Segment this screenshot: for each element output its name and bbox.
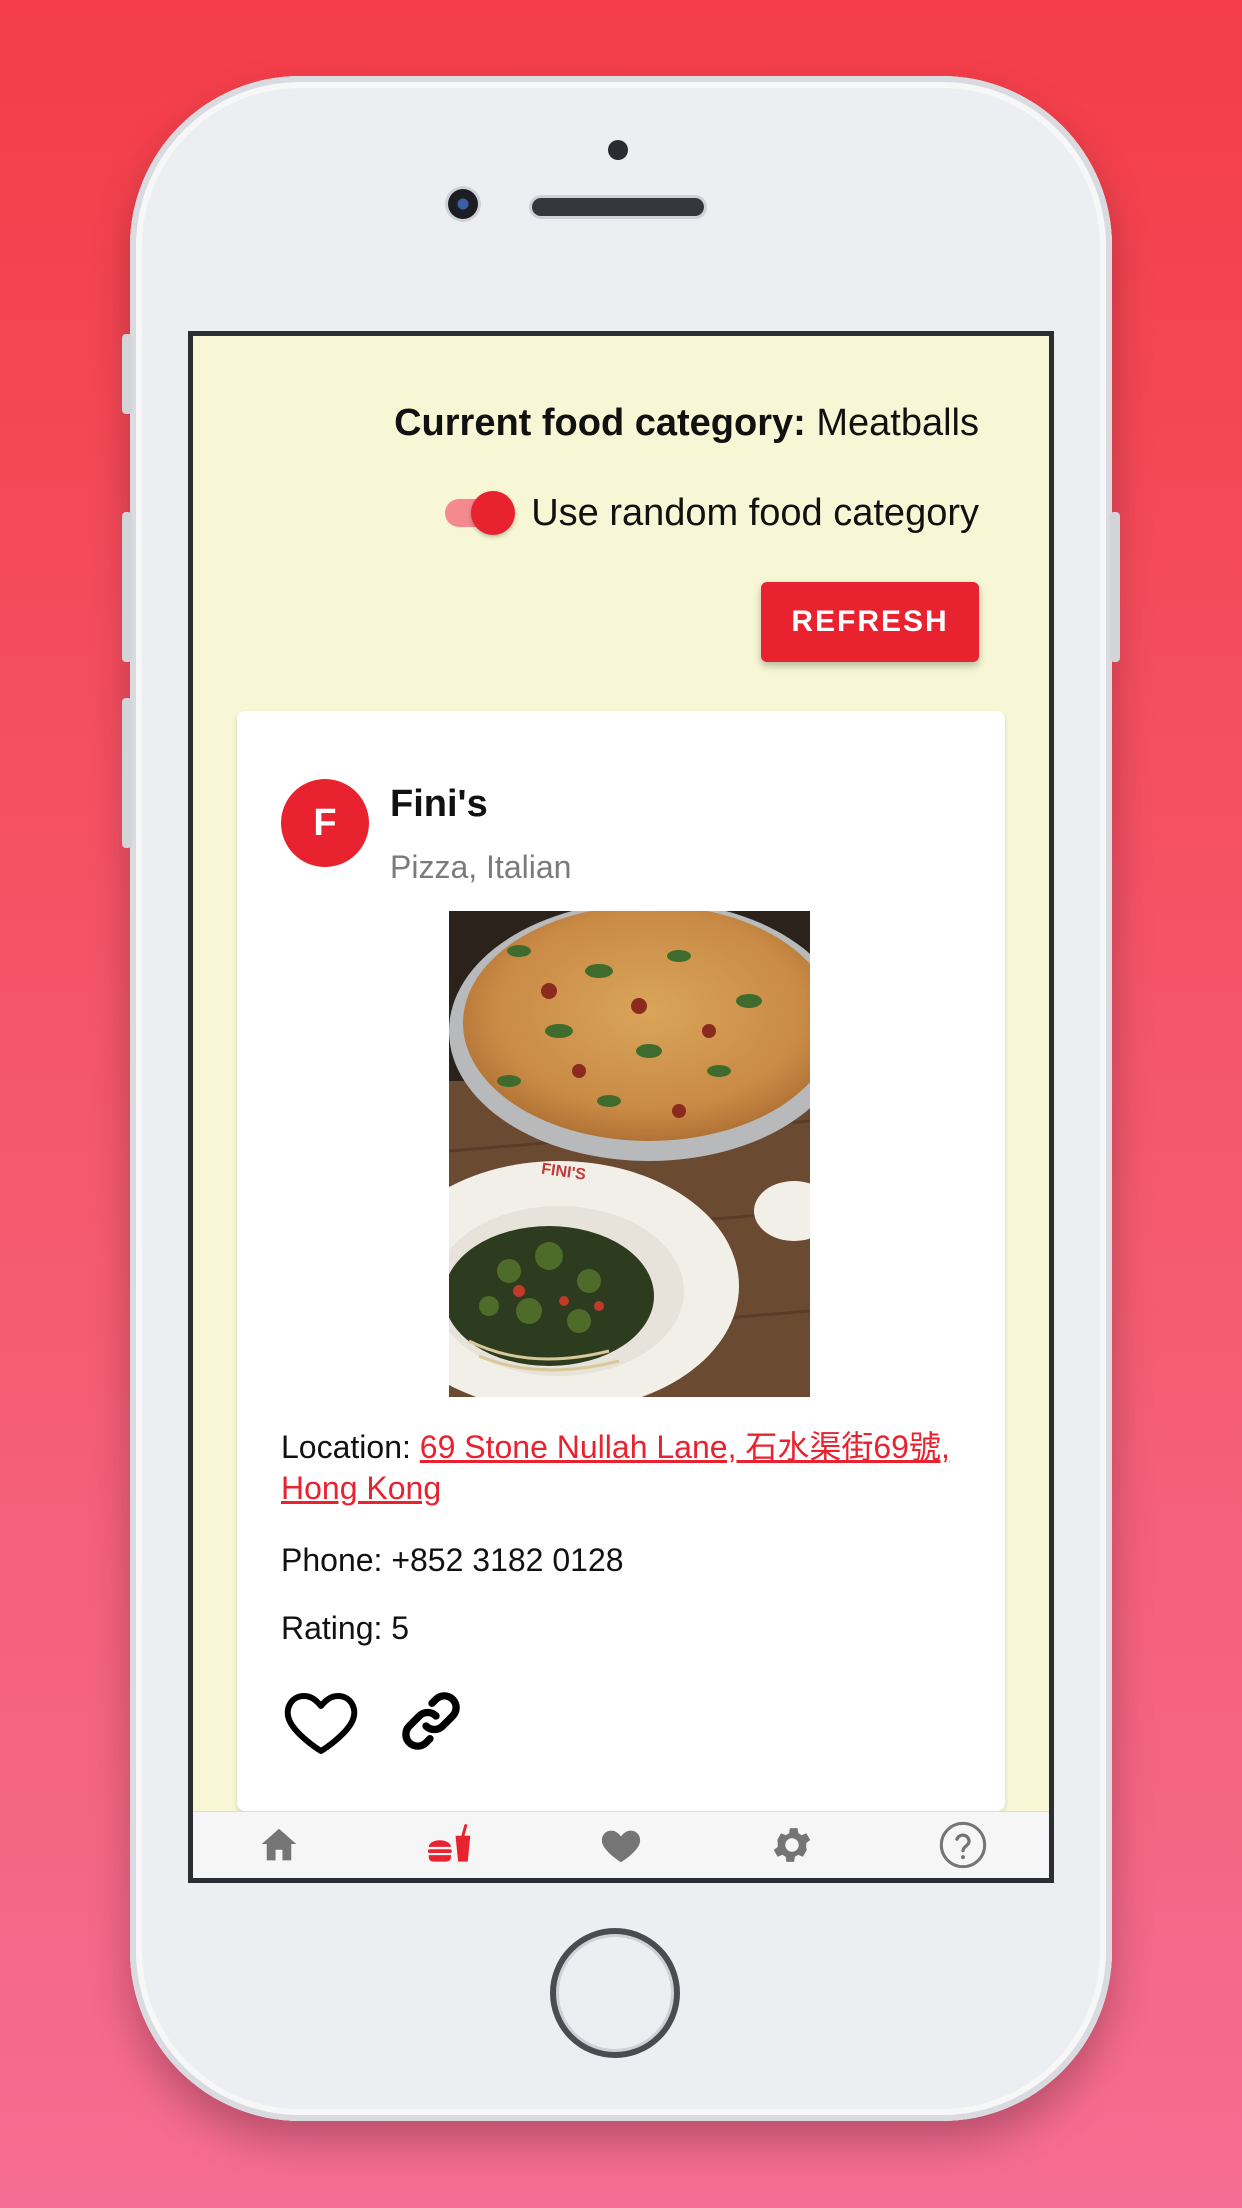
- nav-food[interactable]: [364, 1812, 535, 1878]
- help-icon: [940, 1821, 987, 1869]
- food-icon: [427, 1824, 471, 1862]
- heart-icon: [601, 1830, 641, 1863]
- bottom-nav: [193, 1811, 1049, 1878]
- home-button[interactable]: [550, 1928, 680, 2058]
- power-button: [1110, 512, 1120, 662]
- nav-help[interactable]: [878, 1812, 1049, 1878]
- restaurant-rating: Rating: 5: [281, 1610, 409, 1647]
- refresh-button[interactable]: REFRESH: [761, 582, 979, 662]
- favorite-button[interactable]: [281, 1681, 361, 1761]
- earpiece-speaker: [532, 198, 704, 216]
- front-camera: [448, 189, 478, 219]
- rating-label: Rating:: [281, 1610, 383, 1646]
- random-category-row: Use random food category: [445, 491, 979, 535]
- random-category-toggle[interactable]: [445, 491, 516, 535]
- food-photo-illustration: FINI'S: [449, 911, 810, 1397]
- silent-switch: [122, 334, 132, 414]
- restaurant-location: Location: 69 Stone Nullah Lane, 石水渠街69號,…: [281, 1427, 971, 1509]
- location-label: Location:: [281, 1429, 411, 1465]
- current-category: Current food category: Meatballs: [394, 402, 979, 445]
- restaurant-name: Fini's: [390, 783, 488, 825]
- restaurant-phone: Phone: +852 3182 0128: [281, 1542, 624, 1579]
- rating-value: 5: [391, 1610, 410, 1646]
- phone-label: Phone:: [281, 1542, 383, 1578]
- heart-outline-icon: [284, 1693, 358, 1754]
- volume-down-button: [122, 698, 132, 848]
- phone-value: +852 3182 0128: [391, 1542, 624, 1578]
- toggle-thumb: [471, 491, 516, 535]
- restaurant-photo: FINI'S: [449, 911, 810, 1397]
- nav-favorites[interactable]: [535, 1812, 706, 1878]
- random-category-label: Use random food category: [531, 491, 979, 534]
- volume-up-button: [122, 512, 132, 662]
- restaurant-card: F Fini's Pizza, Italian FINI'S Location:…: [237, 711, 1005, 1811]
- home-icon: [261, 1828, 296, 1861]
- restaurant-categories: Pizza, Italian: [390, 849, 572, 885]
- current-category-label: Current food category:: [394, 402, 806, 444]
- restaurant-avatar: F: [281, 779, 369, 867]
- nav-settings[interactable]: [707, 1812, 878, 1878]
- current-category-value: Meatballs: [816, 402, 979, 444]
- open-link-button[interactable]: [391, 1681, 471, 1761]
- app-screen: Current food category: Meatballs Use ran…: [188, 331, 1054, 1883]
- gear-icon: [773, 1828, 811, 1862]
- proximity-sensor: [608, 140, 628, 160]
- nav-home[interactable]: [193, 1812, 364, 1878]
- link-icon: [402, 1692, 460, 1750]
